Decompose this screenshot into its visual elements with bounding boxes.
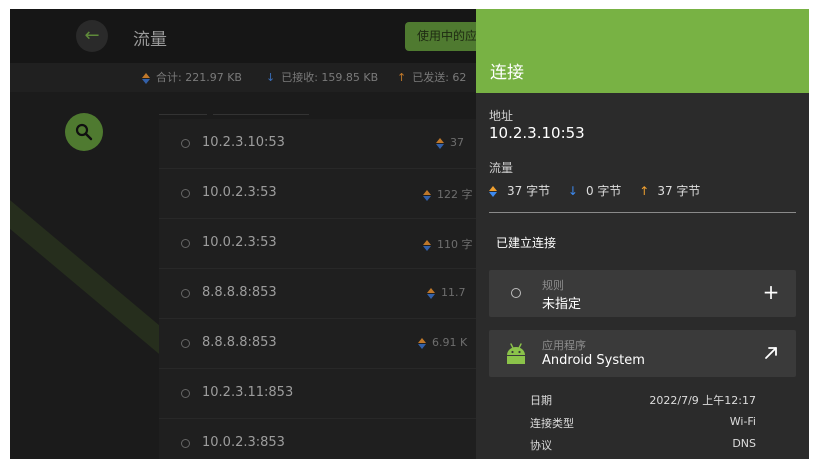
meta-protocol-value: DNS	[732, 437, 756, 450]
search-button[interactable]	[65, 113, 103, 151]
status-circle-icon	[181, 439, 190, 448]
open-app-button[interactable]	[760, 342, 782, 364]
connection-address: 10.0.2.3:853	[202, 435, 285, 450]
connection-traffic: 6.91 K	[418, 336, 467, 349]
connection-address: 10.0.2.3:53	[202, 185, 277, 200]
up-down-arrow-icon	[423, 239, 431, 251]
connection-row[interactable]: 10.0.2.3:53 110 字	[159, 219, 489, 269]
upload-arrow-icon: ↑	[639, 184, 650, 198]
connection-traffic: 110 字	[423, 236, 473, 252]
traffic-total: 37 字节	[489, 182, 550, 199]
meta-protocol-label: 协议	[530, 439, 552, 452]
address-label: 地址	[489, 109, 514, 123]
search-icon	[75, 123, 93, 141]
rule-card[interactable]: 规则 未指定 +	[489, 270, 796, 317]
traffic-label: 流量	[489, 161, 514, 175]
back-button[interactable]: ←	[76, 20, 108, 52]
connection-row[interactable]: 10.0.2.3:853	[159, 419, 489, 459]
connection-detail-panel: 连接 地址 10.2.3.10:53 流量 37 字节 ↓ 0 字节 ↑ 37 字节…	[476, 9, 809, 459]
connection-row[interactable]: 8.8.8.8:853 11.7	[159, 269, 489, 319]
status-circle-icon	[181, 289, 190, 298]
connection-address: 8.8.8.8:853	[202, 335, 277, 350]
meta-date-label: 日期	[530, 394, 552, 407]
summary-received: ↓ 已接收: 159.85 KB	[266, 63, 378, 92]
connection-traffic: 37	[436, 136, 464, 149]
status-circle-icon	[181, 239, 190, 248]
connection-row[interactable]: 10.0.2.3:53 122 字	[159, 169, 489, 219]
address-value: 10.2.3.10:53	[489, 124, 585, 142]
meta-date-value: 2022/7/9 上午12:17	[649, 394, 756, 407]
status-circle-icon	[181, 389, 190, 398]
status-circle-icon	[181, 189, 190, 198]
connection-row[interactable]: 10.2.3.10:53 37	[159, 119, 489, 169]
upload-arrow-icon: ↑	[397, 71, 407, 84]
panel-title: 连接	[490, 63, 524, 83]
up-down-arrow-icon	[489, 186, 497, 197]
add-rule-button[interactable]: +	[760, 281, 782, 303]
connection-address: 8.8.8.8:853	[202, 285, 277, 300]
up-down-arrow-icon	[427, 287, 435, 299]
panel-header: 连接	[476, 9, 809, 93]
plus-icon: +	[762, 280, 780, 304]
up-down-arrow-icon	[423, 189, 431, 201]
meta-connection-type-value: Wi-Fi	[729, 415, 756, 428]
android-icon	[507, 343, 525, 364]
screen: ← 流量 使用中的应 合计: 221.97 KB ↓ 已接收: 159.85 KB…	[10, 9, 809, 459]
traffic-sent: ↑ 37 字节	[639, 184, 701, 198]
connection-state: 已建立连接	[496, 236, 557, 250]
connection-traffic: 122 字	[423, 186, 473, 202]
status-circle-icon	[181, 139, 190, 148]
page-title: 流量	[133, 30, 167, 50]
traffic-received: ↓ 0 字节	[567, 184, 622, 198]
app-caption: 应用程序	[542, 339, 586, 352]
up-down-arrow-icon	[418, 337, 426, 349]
back-arrow-icon: ←	[84, 25, 100, 46]
app-card[interactable]: 应用程序 Android System	[489, 330, 796, 377]
connection-row[interactable]: 10.2.3.11:853	[159, 369, 489, 419]
app-value: Android System	[542, 353, 645, 368]
meta-connection-type-label: 连接类型	[530, 417, 574, 430]
rule-value: 未指定	[542, 297, 582, 312]
traffic-breakdown: 37 字节 ↓ 0 字节 ↑ 37 字节	[489, 182, 714, 198]
connection-traffic: 11.7	[427, 286, 466, 299]
rule-status-icon	[511, 288, 521, 298]
status-circle-icon	[181, 339, 190, 348]
connection-address: 10.2.3.11:853	[202, 385, 294, 400]
connection-address: 10.2.3.10:53	[202, 135, 285, 150]
connection-list: 10.2.3.10:53 37 10.0.2.3:53 122 字 10.0.2…	[159, 119, 489, 459]
download-arrow-icon: ↓	[266, 71, 276, 84]
download-arrow-icon: ↓	[567, 184, 578, 198]
connection-address: 10.0.2.3:53	[202, 235, 277, 250]
open-external-icon	[765, 347, 777, 359]
list-tabs-stub	[159, 92, 489, 119]
up-down-arrow-icon	[436, 137, 444, 149]
summary-sent: ↑ 已发送: 62	[397, 63, 466, 92]
divider	[489, 212, 796, 213]
rule-caption: 规则	[542, 279, 564, 292]
connection-row[interactable]: 8.8.8.8:853 6.91 K	[159, 319, 489, 369]
up-down-arrow-icon	[142, 72, 150, 84]
summary-total: 合计: 221.97 KB	[142, 63, 242, 92]
